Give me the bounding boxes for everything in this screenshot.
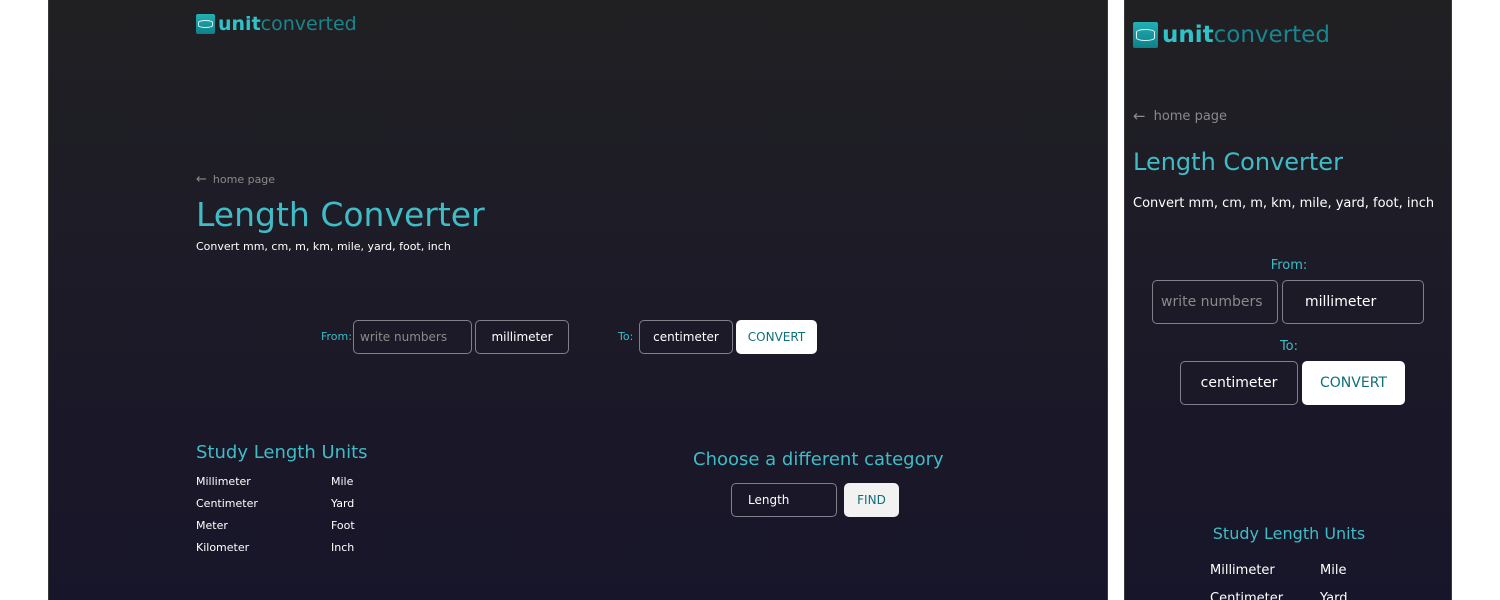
from-unit-select[interactable]: millimeter [1282,280,1424,324]
page-title: Length Converter [1133,148,1343,176]
logo-text-unit: unit [1162,22,1214,48]
convert-button[interactable]: CONVERT [1302,361,1405,405]
study-units-title: Study Length Units [1212,524,1366,543]
logo-text-unit: unit [218,13,261,35]
page-title: Length Converter [196,195,485,234]
unit-link-millimeter[interactable]: Millimeter [196,475,251,488]
home-page-link[interactable]: ← home page [1133,107,1227,125]
unit-link-meter[interactable]: Meter [196,519,228,532]
unit-link-mile[interactable]: Mile [1320,563,1346,578]
unit-link-foot[interactable]: Foot [331,519,355,532]
to-unit-select[interactable]: centimeter [1180,361,1298,405]
logo-text-converted: converted [260,13,357,35]
unit-link-centimeter[interactable]: Centimeter [196,497,258,510]
from-label: From: [321,330,352,343]
to-unit-select[interactable]: centimeter [639,320,733,354]
home-page-link[interactable]: ← home page [196,172,275,187]
arrow-left-icon: ← [196,172,207,187]
logo[interactable]: unit converted [1133,22,1330,48]
to-label: To: [1279,339,1299,354]
page-subtitle: Convert mm, cm, m, km, mile, yard, foot,… [1133,196,1435,211]
from-label: From: [1270,258,1308,273]
arrow-left-icon: ← [1133,107,1146,125]
unit-link-centimeter[interactable]: Centimeter [1210,591,1283,600]
category-title: Choose a different category [693,449,944,470]
logo-icon [196,14,215,34]
convert-button[interactable]: CONVERT [736,320,817,354]
from-unit-select[interactable]: millimeter [475,320,569,354]
study-units-title: Study Length Units [196,442,368,463]
number-input[interactable]: write numbers [353,320,472,354]
to-label: To: [618,330,634,343]
find-button[interactable]: FIND [844,483,899,517]
category-select[interactable]: Length [731,483,837,517]
logo[interactable]: unit converted [196,13,357,35]
unit-link-inch[interactable]: Inch [331,541,354,554]
number-input[interactable]: write numbers [1152,280,1278,324]
unit-link-kilometer[interactable]: Kilometer [196,541,249,554]
unit-link-mile[interactable]: Mile [331,475,353,488]
mobile-view: unit converted ← home page Length Convert… [1124,0,1452,600]
unit-link-yard[interactable]: Yard [331,497,354,510]
logo-icon [1133,22,1158,48]
home-page-label: home page [212,173,276,186]
unit-link-millimeter[interactable]: Millimeter [1210,563,1275,578]
desktop-view: unit converted ← home page Length Convert… [48,0,1108,600]
home-page-label: home page [1153,108,1228,124]
page-subtitle: Convert mm, cm, m, km, mile, yard, foot,… [196,240,451,253]
logo-text-converted: converted [1213,22,1330,48]
unit-link-yard[interactable]: Yard [1320,591,1348,600]
